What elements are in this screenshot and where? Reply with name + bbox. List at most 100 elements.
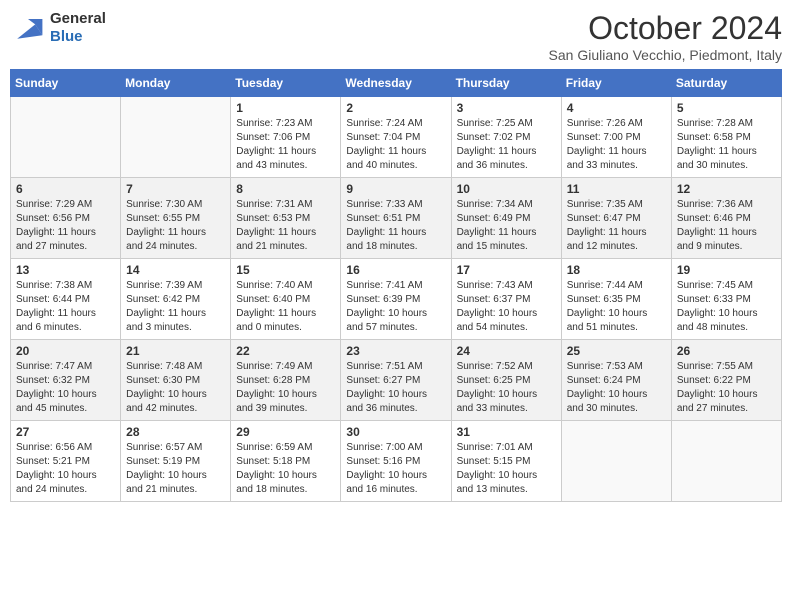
calendar-cell: 8 Sunrise: 7:31 AMSunset: 6:53 PMDaylight…: [231, 178, 341, 259]
calendar-cell: 16 Sunrise: 7:41 AMSunset: 6:39 PMDayligh…: [341, 259, 451, 340]
day-number: 26: [677, 344, 776, 358]
calendar-cell: 14 Sunrise: 7:39 AMSunset: 6:42 PMDayligh…: [121, 259, 231, 340]
day-info: Sunrise: 7:36 AMSunset: 6:46 PMDaylight:…: [677, 198, 776, 254]
day-header-tuesday: Tuesday: [231, 70, 341, 97]
day-number: 8: [236, 182, 335, 196]
title-area: October 2024 San Giuliano Vecchio, Piedm…: [549, 10, 782, 63]
day-number: 21: [126, 344, 225, 358]
calendar-cell: 13Sunrise: 7:38 AMSunset: 6:44 PMDayligh…: [11, 259, 121, 340]
calendar-table: SundayMondayTuesdayWednesdayThursdayFrid…: [10, 69, 782, 502]
day-number: 2: [346, 101, 445, 115]
day-info: Sunrise: 7:00 AMSunset: 5:16 PMDaylight:…: [346, 441, 445, 497]
day-info: Sunrise: 7:34 AMSunset: 6:49 PMDaylight:…: [457, 198, 556, 254]
calendar-cell: 24 Sunrise: 7:52 AMSunset: 6:25 PMDayligh…: [451, 340, 561, 421]
day-info: Sunrise: 7:52 AMSunset: 6:25 PMDaylight:…: [457, 360, 556, 416]
calendar-cell: 7 Sunrise: 7:30 AMSunset: 6:55 PMDaylight…: [121, 178, 231, 259]
calendar-cell: 17Sunrise: 7:43 AMSunset: 6:37 PMDayligh…: [451, 259, 561, 340]
calendar-cell: 6 Sunrise: 7:29 AMSunset: 6:56 PMDaylight…: [11, 178, 121, 259]
day-number: 30: [346, 425, 445, 439]
day-info: Sunrise: 7:25 AMSunset: 7:02 PMDaylight:…: [457, 117, 556, 173]
day-number: 25: [567, 344, 666, 358]
day-info: Sunrise: 7:55 AMSunset: 6:22 PMDaylight:…: [677, 360, 776, 416]
day-info: Sunrise: 7:35 AMSunset: 6:47 PMDaylight:…: [567, 198, 666, 254]
page-header: General Blue October 2024 San Giuliano V…: [10, 10, 782, 63]
calendar-cell: [121, 97, 231, 178]
day-number: 6: [16, 182, 115, 196]
day-info: Sunrise: 7:39 AMSunset: 6:42 PMDaylight:…: [126, 279, 225, 335]
day-header-monday: Monday: [121, 70, 231, 97]
calendar-cell: 29 Sunrise: 6:59 AMSunset: 5:18 PMDayligh…: [231, 421, 341, 502]
day-info: Sunrise: 7:31 AMSunset: 6:53 PMDaylight:…: [236, 198, 335, 254]
day-header-saturday: Saturday: [671, 70, 781, 97]
day-info: Sunrise: 7:44 AMSunset: 6:35 PMDaylight:…: [567, 279, 666, 335]
day-number: 4: [567, 101, 666, 115]
day-header-thursday: Thursday: [451, 70, 561, 97]
calendar-cell: [561, 421, 671, 502]
day-info: Sunrise: 7:48 AMSunset: 6:30 PMDaylight:…: [126, 360, 225, 416]
calendar-cell: 5Sunrise: 7:28 AMSunset: 6:58 PMDaylight…: [671, 97, 781, 178]
calendar-cell: 18 Sunrise: 7:44 AMSunset: 6:35 PMDayligh…: [561, 259, 671, 340]
day-info: Sunrise: 7:53 AMSunset: 6:24 PMDaylight:…: [567, 360, 666, 416]
day-number: 23: [346, 344, 445, 358]
day-number: 12: [677, 182, 776, 196]
day-number: 1: [236, 101, 335, 115]
day-info: Sunrise: 7:24 AMSunset: 7:04 PMDaylight:…: [346, 117, 445, 173]
calendar-cell: [671, 421, 781, 502]
day-info: Sunrise: 7:45 AMSunset: 6:33 PMDaylight:…: [677, 279, 776, 335]
day-number: 15: [236, 263, 335, 277]
day-number: 24: [457, 344, 556, 358]
location-title: San Giuliano Vecchio, Piedmont, Italy: [549, 47, 782, 63]
calendar-cell: 20 Sunrise: 7:47 AMSunset: 6:32 PMDayligh…: [11, 340, 121, 421]
day-number: 29: [236, 425, 335, 439]
day-number: 11: [567, 182, 666, 196]
calendar-cell: 26 Sunrise: 7:55 AMSunset: 6:22 PMDayligh…: [671, 340, 781, 421]
calendar-cell: 25 Sunrise: 7:53 AMSunset: 6:24 PMDayligh…: [561, 340, 671, 421]
day-info: Sunrise: 7:51 AMSunset: 6:27 PMDaylight:…: [346, 360, 445, 416]
calendar-cell: 10 Sunrise: 7:34 AMSunset: 6:49 PMDayligh…: [451, 178, 561, 259]
calendar-cell: 3 Sunrise: 7:25 AMSunset: 7:02 PMDaylight…: [451, 97, 561, 178]
calendar-cell: 27 Sunrise: 6:56 AMSunset: 5:21 PMDayligh…: [11, 421, 121, 502]
day-info: Sunrise: 7:33 AMSunset: 6:51 PMDaylight:…: [346, 198, 445, 254]
day-info: Sunrise: 7:40 AMSunset: 6:40 PMDaylight:…: [236, 279, 335, 335]
day-info: Sunrise: 7:29 AMSunset: 6:56 PMDaylight:…: [16, 198, 115, 254]
day-number: 20: [16, 344, 115, 358]
day-info: Sunrise: 6:57 AMSunset: 5:19 PMDaylight:…: [126, 441, 225, 497]
logo: General Blue: [10, 10, 106, 46]
calendar-cell: 12 Sunrise: 7:36 AMSunset: 6:46 PMDayligh…: [671, 178, 781, 259]
day-number: 13: [16, 263, 115, 277]
day-info: Sunrise: 7:49 AMSunset: 6:28 PMDaylight:…: [236, 360, 335, 416]
day-header-friday: Friday: [561, 70, 671, 97]
day-header-sunday: Sunday: [11, 70, 121, 97]
calendar-cell: 30 Sunrise: 7:00 AMSunset: 5:16 PMDayligh…: [341, 421, 451, 502]
calendar-cell: 28 Sunrise: 6:57 AMSunset: 5:19 PMDayligh…: [121, 421, 231, 502]
calendar-cell: 1 Sunrise: 7:23 AMSunset: 7:06 PMDaylight…: [231, 97, 341, 178]
calendar-cell: 15 Sunrise: 7:40 AMSunset: 6:40 PMDayligh…: [231, 259, 341, 340]
day-info: Sunrise: 7:47 AMSunset: 6:32 PMDaylight:…: [16, 360, 115, 416]
calendar-cell: [11, 97, 121, 178]
day-number: 28: [126, 425, 225, 439]
day-info: Sunrise: 7:43 AMSunset: 6:37 PMDaylight:…: [457, 279, 556, 335]
day-number: 7: [126, 182, 225, 196]
day-number: 14: [126, 263, 225, 277]
day-info: Sunrise: 7:30 AMSunset: 6:55 PMDaylight:…: [126, 198, 225, 254]
day-number: 16: [346, 263, 445, 277]
day-number: 3: [457, 101, 556, 115]
calendar-cell: 11 Sunrise: 7:35 AMSunset: 6:47 PMDayligh…: [561, 178, 671, 259]
calendar-cell: 2 Sunrise: 7:24 AMSunset: 7:04 PMDaylight…: [341, 97, 451, 178]
day-info: Sunrise: 7:26 AMSunset: 7:00 PMDaylight:…: [567, 117, 666, 173]
day-number: 27: [16, 425, 115, 439]
month-title: October 2024: [549, 10, 782, 47]
day-number: 18: [567, 263, 666, 277]
day-number: 10: [457, 182, 556, 196]
calendar-cell: 22Sunrise: 7:49 AMSunset: 6:28 PMDayligh…: [231, 340, 341, 421]
day-info: Sunrise: 6:59 AMSunset: 5:18 PMDaylight:…: [236, 441, 335, 497]
day-info: Sunrise: 6:56 AMSunset: 5:21 PMDaylight:…: [16, 441, 115, 497]
day-info: Sunrise: 7:41 AMSunset: 6:39 PMDaylight:…: [346, 279, 445, 335]
day-number: 5: [677, 101, 776, 115]
day-info: Sunrise: 7:01 AMSunset: 5:15 PMDaylight:…: [457, 441, 556, 497]
day-info: Sunrise: 7:23 AMSunset: 7:06 PMDaylight:…: [236, 117, 335, 173]
calendar-cell: 4 Sunrise: 7:26 AMSunset: 7:00 PMDaylight…: [561, 97, 671, 178]
calendar-cell: 19Sunrise: 7:45 AMSunset: 6:33 PMDayligh…: [671, 259, 781, 340]
calendar-cell: 9Sunrise: 7:33 AMSunset: 6:51 PMDaylight…: [341, 178, 451, 259]
day-header-wednesday: Wednesday: [341, 70, 451, 97]
